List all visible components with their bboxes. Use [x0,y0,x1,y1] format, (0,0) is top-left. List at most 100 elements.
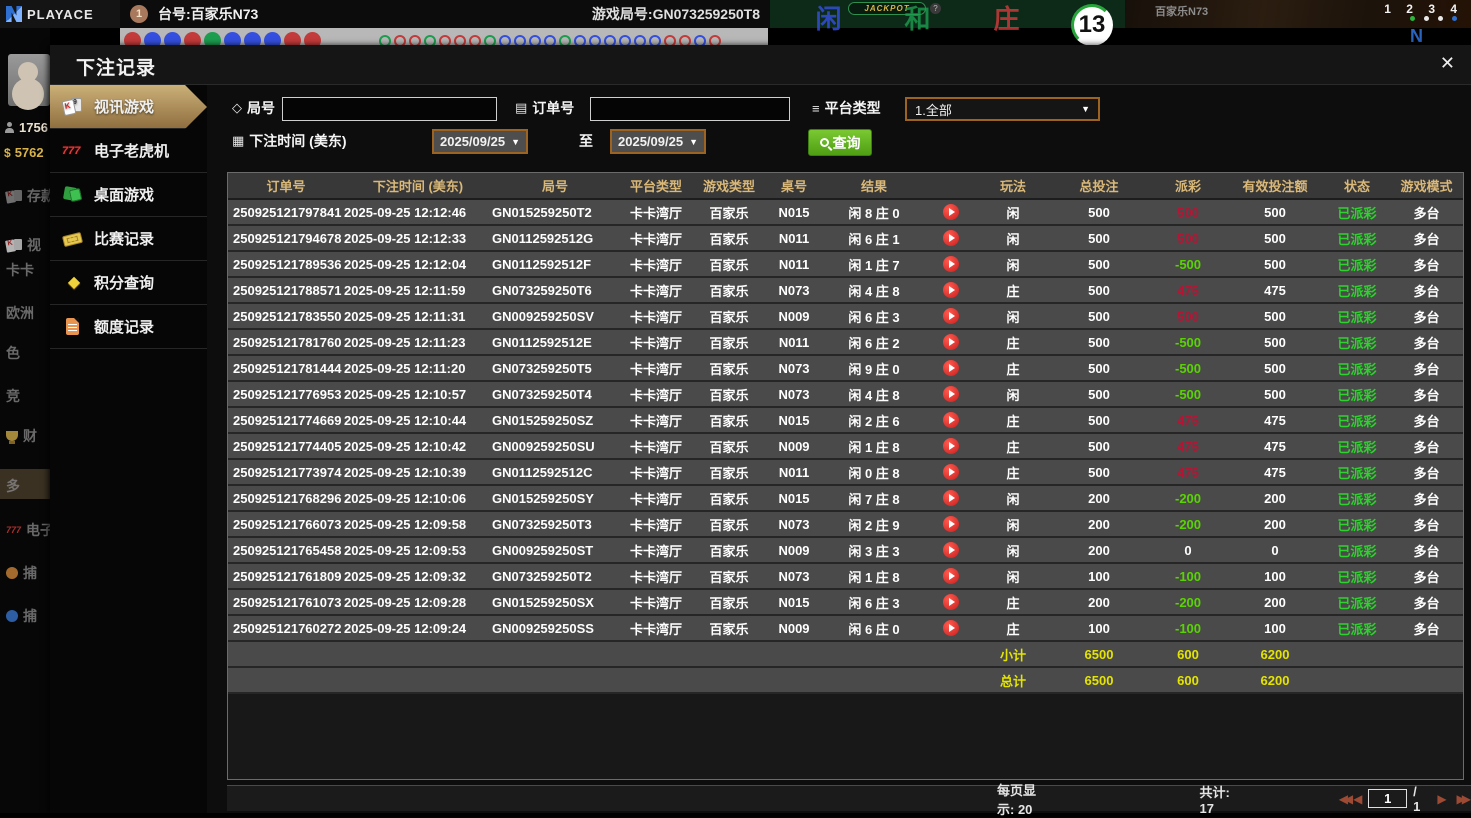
page-number-input[interactable]: 1 [1368,789,1408,808]
column-header: 游戏模式 [1400,179,1453,194]
column-header: 游戏类型 [702,179,755,194]
cell-total-bet: 500 [1088,282,1110,298]
sidebar-item-5[interactable]: 额度记录 [50,305,207,349]
cell-result: 闲 9 庄 0 [848,361,900,377]
table-info-bar: 1 台号:百家乐N73 游戏局号:GN073259250T8 [120,0,770,28]
cell-table-number: N011 [778,334,810,350]
column-header: 桌号 [780,179,807,194]
cell-table-number: N011 [778,256,810,272]
cell-replay [924,386,978,402]
sidebar-item-1[interactable]: 777 电子老虎机 [50,129,207,173]
platform-type-select[interactable]: 1.全部 ▼ [905,97,1100,121]
video-status-dots [1410,16,1457,21]
replay-play-icon[interactable] [943,620,959,636]
lobby-nav-item-5[interactable]: 竞 [6,386,20,406]
lobby-nav-item-0[interactable]: 存款 [6,186,50,206]
cell-bet-side: 闲 [1006,309,1020,325]
replay-play-icon[interactable] [943,230,959,246]
lobby-nav-item-10[interactable]: 捕 [6,606,37,626]
cell-round: GN009259250SU [492,438,595,454]
sidebar-item-0[interactable]: 9 K 视讯游戏 [50,85,207,129]
lobby-nav-item-4[interactable]: 色 [6,343,20,363]
date-from-picker[interactable]: 2025/09/25 ▼ [432,129,528,154]
replay-play-icon[interactable] [943,256,959,272]
cell-order: 250925121783550 [233,308,342,324]
cell-result: 闲 1 庄 8 [848,569,900,585]
cell-game-type: 百家乐 [709,491,749,507]
sidebar-item-label: 电子老虎机 [94,143,170,160]
sidebar-item-4[interactable]: ◆ 积分查询 [50,261,207,305]
replay-play-icon[interactable] [943,412,959,428]
replay-play-icon[interactable] [943,282,959,298]
cell-platform: 卡卡湾厅 [629,517,682,533]
replay-play-icon[interactable] [943,516,959,532]
lobby-nav-item-9[interactable]: 捕 [6,563,37,583]
cell-order: 250925121794678 [233,230,342,246]
replay-play-icon[interactable] [943,334,959,350]
next-page-icon[interactable]: ▶ [1437,792,1446,806]
replay-play-icon[interactable] [943,490,959,506]
replay-play-icon[interactable] [943,464,959,480]
lobby-nav-item-8[interactable]: 777 电子 [6,520,50,540]
cell-status: 已派彩 [1337,413,1377,429]
cell-game-mode: 多台 [1413,413,1440,429]
total-row: 总计 6500 600 6200 [228,668,1463,694]
cell-game-mode: 多台 [1413,595,1440,611]
close-icon[interactable]: ✕ [1440,53,1455,74]
sidebar-item-3[interactable]: 比赛记录 [50,217,207,261]
cell-round: GN009259250SS [492,620,594,636]
cell-platform: 卡卡湾厅 [629,595,682,611]
logo-text: PLAYACE [27,6,94,22]
cell-table-number: N009 [778,438,810,454]
cell-time: 2025-09-25 12:12:04 [344,256,467,272]
replay-play-icon[interactable] [943,360,959,376]
cell-table-number: N073 [778,516,810,532]
seat-status-dot [1410,16,1415,21]
last-page-icon[interactable]: ▶▶ [1457,792,1471,806]
cell-total-bet: 500 [1088,360,1110,376]
cell-game-mode: 多台 [1413,543,1440,559]
date-to-picker[interactable]: 2025/09/25 ▼ [610,129,706,154]
bet-option-0[interactable]: 闲 [815,6,841,32]
cell-valid-bet: 500 [1264,360,1286,376]
cell-table-number: N011 [778,230,810,246]
lobby-nav-item-3[interactable]: 欧洲 [6,303,34,323]
lobby-nav-item-2[interactable]: 卡卡 [6,260,34,280]
lobby-nav-item-6[interactable]: 财 [6,426,37,446]
cell-order: 250925121788571 [233,282,342,298]
person-icon [4,122,15,133]
cell-round: GN015259250SY [492,490,594,506]
sidebar-item-2[interactable]: 桌面游戏 [50,173,207,217]
cell-replay [924,464,978,480]
table-row: 250925121783550 2025-09-25 12:11:31 GN0092… [228,304,1463,330]
table-name-label: 台号:百家乐N73 [158,6,259,22]
round-number-input[interactable] [282,97,497,121]
cell-table-number: N015 [778,594,810,610]
cell-platform: 卡卡湾厅 [629,335,682,351]
lobby-nav-item-7[interactable]: 多 [6,476,20,496]
prev-page-icon[interactable]: ◀ [1353,792,1362,806]
cell-platform: 卡卡湾厅 [629,309,682,325]
replay-play-icon[interactable] [943,542,959,558]
bet-option-1[interactable]: 和 [904,6,930,32]
cell-order: 250925121760272 [233,620,342,636]
replay-play-icon[interactable] [943,308,959,324]
cell-time: 2025-09-25 12:11:31 [344,308,466,324]
bet-option-2[interactable]: 庄 [993,6,1019,32]
modal-sidebar: 9 K 视讯游戏 777 电子老虎机 桌面游戏 比赛记录 ◆ 积分查询 额度记录 [50,85,207,813]
replay-play-icon[interactable] [943,568,959,584]
cell-platform: 卡卡湾厅 [629,387,682,403]
cell-replay [924,490,978,506]
replay-play-icon[interactable] [943,438,959,454]
cell-table-number: N015 [778,412,810,428]
order-number-input[interactable] [590,97,790,121]
lobby-nav-item-1[interactable]: 视 [6,235,41,255]
replay-play-icon[interactable] [943,386,959,402]
replay-play-icon[interactable] [943,594,959,610]
query-button[interactable]: 查询 [808,129,872,156]
cell-game-type: 百家乐 [709,543,749,559]
cell-time: 2025-09-25 12:11:59 [344,282,466,298]
first-page-icon[interactable]: ◀◀ [1339,792,1354,806]
replay-play-icon[interactable] [943,204,959,220]
modal-header: 下注记录 ✕ [50,45,1471,85]
